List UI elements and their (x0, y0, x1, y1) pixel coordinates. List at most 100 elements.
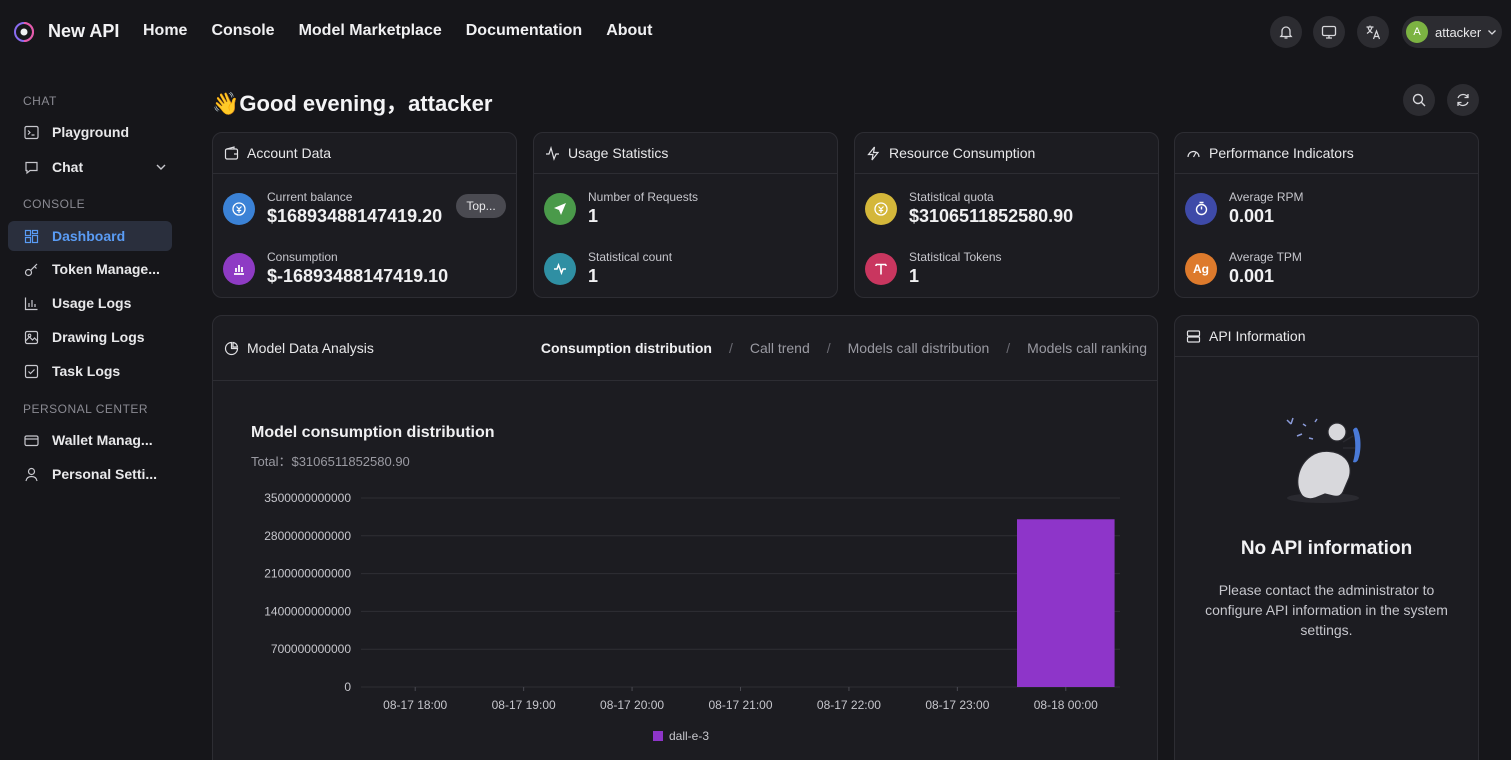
coin-icon (865, 192, 897, 225)
sidebar-item-label: Usage Logs (52, 295, 132, 311)
y-tick-label: 2100000000000 (264, 567, 351, 581)
consumption-stat: Consumption $-16893488147419.10 (223, 250, 448, 287)
dashboard-grid-icon (23, 228, 39, 244)
pie-chart-icon (224, 341, 239, 355)
consumption-bar-chart: 0 700000000000 1400000000000 2100000000000 2… (264, 491, 1120, 743)
nav-console[interactable]: Console (211, 22, 274, 40)
card-header: Account Data (213, 133, 516, 174)
empty-state-title: No API information (1240, 538, 1413, 559)
main-nav: Home Console Model Marketplace Documenta… (143, 22, 676, 40)
search-icon (1412, 93, 1426, 107)
empty-state-description: Please contact the administrator to conf… (1205, 582, 1448, 638)
chart-subtitle: Total：$3106511852580.90 (251, 454, 410, 469)
tab-consumption-distribution[interactable]: Consumption distribution (541, 340, 712, 356)
bar-chart-icon (223, 252, 255, 285)
model-data-analysis-card: Model Data Analysis Consumption distribu… (212, 315, 1158, 760)
card-header: API Information (1175, 316, 1478, 357)
y-tick-label: 3500000000000 (264, 491, 351, 505)
x-tick-label: 08-17 21:00 (708, 698, 772, 712)
sidebar-item-chat[interactable]: Chat (8, 152, 172, 182)
card-title: Model Data Analysis (247, 340, 374, 356)
legend-swatch (653, 731, 663, 741)
top-bar: New API Home Console Model Marketplace D… (0, 0, 1511, 64)
sidebar-item-label: Token Manage... (52, 261, 160, 277)
image-icon (23, 329, 39, 345)
theme-toggle-button[interactable] (1313, 16, 1345, 48)
notification-button[interactable] (1270, 16, 1302, 48)
y-tick-label: 0 (344, 680, 351, 694)
statistical-tokens-stat: Statistical Tokens 1 (865, 250, 1002, 287)
stat-value: $3106511852580.90 (909, 206, 1074, 226)
usage-statistics-card: Usage Statistics Number of Requests 1 Sta… (533, 132, 838, 298)
stat-label: Number of Requests (588, 190, 699, 204)
sidebar-item-playground[interactable]: Playground (8, 117, 172, 147)
ag-badge-icon: Ag (1185, 252, 1217, 285)
sidebar-item-dashboard[interactable]: Dashboard (8, 221, 172, 251)
chevron-down-icon (1488, 30, 1497, 35)
brand-name[interactable]: New API (48, 21, 119, 42)
nav-about[interactable]: About (606, 22, 652, 40)
stat-value: 0.001 (1229, 206, 1275, 226)
sidebar-item-label: Drawing Logs (52, 329, 145, 345)
bell-icon (1279, 26, 1293, 39)
nav-model-marketplace[interactable]: Model Marketplace (299, 22, 442, 40)
stat-label: Statistical Tokens (909, 250, 1002, 264)
current-balance-stat: Current balance $16893488147419.20 (223, 190, 442, 227)
card-header: Performance Indicators (1175, 133, 1478, 174)
stat-value: 1 (588, 266, 599, 286)
card-header: Resource Consumption (855, 133, 1158, 174)
tab-separator: / (1006, 340, 1011, 356)
credit-card-icon (23, 432, 39, 448)
refresh-button[interactable] (1447, 84, 1479, 116)
top-up-button[interactable]: Top... (456, 194, 506, 218)
wallet-icon (224, 145, 239, 160)
chart-bar (1016, 519, 1115, 687)
language-button[interactable] (1357, 16, 1389, 48)
stat-label: Current balance (267, 190, 353, 204)
tab-models-call-distribution[interactable]: Models call distribution (848, 340, 990, 356)
sidebar-item-label: Personal Setti... (52, 466, 158, 482)
search-button[interactable] (1403, 84, 1435, 116)
stat-value: $-16893488147419.10 (267, 266, 449, 286)
chevron-down-icon[interactable] (155, 161, 167, 173)
x-tick-label: 08-18 00:00 (1034, 698, 1098, 712)
nav-documentation[interactable]: Documentation (466, 22, 582, 40)
stat-label: Average RPM (1229, 190, 1304, 204)
x-tick-label: 08-17 19:00 (492, 698, 556, 712)
card-title: Performance Indicators (1209, 145, 1354, 161)
sidebar-item-task-logs[interactable]: Task Logs (8, 356, 172, 386)
sidebar-item-usage-logs[interactable]: Usage Logs (8, 288, 172, 318)
api-information-card: API Information No API information Pleas… (1174, 315, 1479, 760)
legend-label: dall-e-3 (669, 729, 709, 743)
sidebar-item-wallet-management[interactable]: Wallet Manag... (8, 425, 172, 455)
card-title: API Information (1209, 328, 1306, 344)
app-logo-icon[interactable] (14, 22, 34, 42)
chat-bubble-icon (23, 159, 39, 175)
y-tick-label: 2800000000000 (264, 529, 351, 543)
tab-call-trend[interactable]: Call trend (750, 340, 810, 356)
stat-value: 1 (909, 266, 920, 286)
stat-value: $16893488147419.20 (267, 206, 443, 226)
sidebar-item-personal-settings[interactable]: Personal Setti... (8, 459, 172, 489)
x-tick-label: 08-17 20:00 (600, 698, 664, 712)
user-menu[interactable]: A attacker (1402, 16, 1502, 48)
empty-state-illustration (1286, 417, 1361, 503)
translate-icon (1366, 25, 1381, 40)
tab-models-call-ranking[interactable]: Models call ranking (1027, 340, 1147, 356)
number-of-requests-stat: Number of Requests 1 (544, 190, 698, 227)
x-tick-label: 08-17 18:00 (383, 698, 447, 712)
sidebar: CHAT Playground Chat CONSOLE Dashboard T… (0, 64, 180, 760)
sidebar-item-label: Task Logs (52, 363, 121, 379)
sidebar-item-token-management[interactable]: Token Manage... (8, 254, 172, 284)
checkbox-icon (23, 363, 39, 379)
sidebar-item-drawing-logs[interactable]: Drawing Logs (8, 322, 172, 352)
gauge-icon (1187, 150, 1200, 157)
user-name: attacker (1435, 24, 1482, 40)
sidebar-item-label: Chat (52, 159, 84, 175)
card-header: Model Data Analysis Consumption distribu… (213, 316, 1157, 381)
nav-home[interactable]: Home (143, 22, 187, 40)
stat-value: 0.001 (1229, 266, 1275, 286)
stat-label: Average TPM (1229, 250, 1302, 264)
average-tpm-stat: Ag Average TPM 0.001 (1185, 250, 1302, 287)
analysis-tabs: Consumption distribution / Call trend / … (541, 340, 1147, 356)
